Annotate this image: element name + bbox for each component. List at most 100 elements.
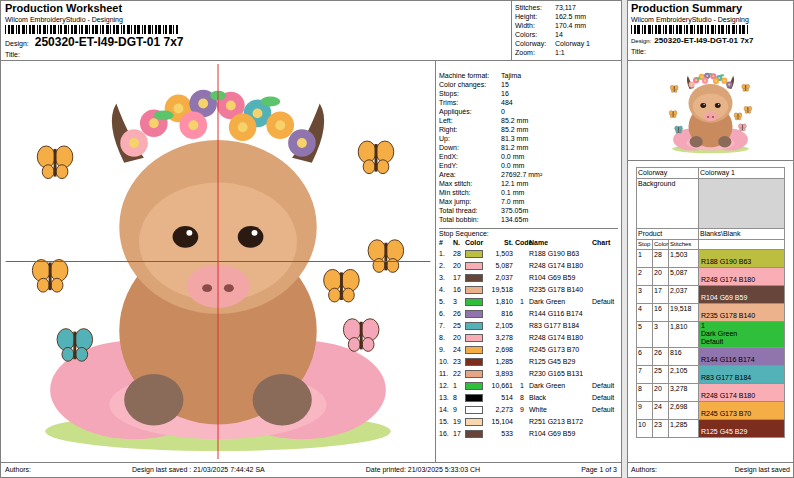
butterfly-icon: [738, 123, 746, 130]
stop-row: 7.252,105R83 G177 B184: [439, 320, 618, 332]
design-name: 250320-ET-I49-DGT-01 7x7: [654, 35, 753, 47]
summary-color-number: 24: [653, 402, 669, 420]
summary-color-swatch: R144 G116 B174: [699, 348, 785, 366]
summary-color-swatch: R235 G178 B140: [699, 304, 785, 322]
summary-color-number: 25: [653, 366, 669, 384]
summary-stitches: 3,278: [669, 384, 699, 402]
color-swatch: [465, 418, 483, 426]
summary-header: Production SummaryWilcom EmbroideryStudi…: [628, 1, 793, 61]
summary-stop: 7: [637, 366, 653, 384]
summary-row: Width:170.4 mm: [515, 21, 618, 30]
butterfly-icon: [669, 110, 677, 117]
butterfly-icon: [358, 141, 394, 174]
butterfly-icon: [57, 329, 93, 362]
machine-info: Machine format:TajimaColor changes:15Sto…: [439, 71, 618, 224]
summary-stop: 3: [637, 286, 653, 304]
summary-color-swatch: R245 G173 B70: [699, 402, 785, 420]
summary-stop: 10: [637, 420, 653, 438]
butterfly-icon: [32, 260, 68, 293]
summary-footer: Authors:Design last saved: [628, 462, 793, 477]
summary-color-swatch: R188 G190 B63: [699, 250, 785, 268]
page: Production Worksheet Wilcom EmbroideryStu…: [0, 0, 794, 478]
summary-stop: 6: [637, 348, 653, 366]
summary-stitches: 2,105: [669, 366, 699, 384]
barcode-icon: [5, 25, 180, 34]
stop-row: 8.203,278R248 G174 B180: [439, 332, 618, 344]
summary-row: Colorway:Colorway 1: [515, 39, 618, 48]
color-swatch: [465, 430, 483, 438]
info-row: Total bobbin:134.65m: [439, 215, 618, 224]
summary-thumbnail: [628, 61, 793, 161]
summary-color-number: 20: [653, 268, 669, 286]
summary-title: Production Summary: [631, 2, 790, 15]
butterfly-icon: [675, 125, 683, 132]
title-label: Title:: [631, 47, 790, 56]
summary-row: Colors:14: [515, 30, 618, 39]
background-swatch: [699, 179, 785, 229]
stop-row: 15.1915,104R251 G213 B172: [439, 416, 618, 428]
color-swatch: [465, 346, 483, 354]
info-row: Appliqués:0: [439, 107, 618, 116]
summary-color-swatch: R83 G177 B184: [699, 366, 785, 384]
stop-row: 10.231,285R125 G45 B29: [439, 356, 618, 368]
summary-stitches: 2,037: [669, 286, 699, 304]
barcode-icon: [631, 25, 751, 34]
summary-stop: 8: [637, 384, 653, 402]
butterfly-icon: [343, 319, 379, 352]
info-row: Right:85.2 mm: [439, 125, 618, 134]
info-row: Stops:16: [439, 89, 618, 98]
summary-color-number: 23: [653, 420, 669, 438]
app-name: Wilcom EmbroideryStudio - Designing: [631, 15, 790, 24]
info-row: Down:81.2 mm: [439, 143, 618, 152]
summary-color-number: 17: [653, 286, 669, 304]
design-canvas: [1, 61, 436, 462]
info-row: Left:85.2 mm: [439, 116, 618, 125]
stop-sequence-label: Stop Sequence:: [439, 228, 618, 238]
color-swatch: [465, 358, 483, 366]
summary-stitches: 1,503: [669, 250, 699, 268]
butterfly-icon: [368, 240, 404, 273]
butterfly-icon: [324, 269, 360, 302]
summary-color-swatch: R125 G45 B29: [699, 420, 785, 438]
worksheet-header: Production WorksheetWilcom EmbroideryStu…: [1, 1, 621, 61]
summary-row: Zoom:1:1: [515, 48, 618, 57]
title-label: Title:: [5, 50, 507, 59]
summary-row: Height:162.5 mm: [515, 12, 618, 21]
color-swatch: [465, 334, 483, 342]
colorway-table: ColorwayColorway 1BackgroundProductBlank…: [636, 167, 785, 438]
worksheet-title: Production Worksheet: [5, 2, 507, 15]
crosshair-icon: [6, 64, 431, 459]
info-row: EndY:0.0 mm: [439, 161, 618, 170]
worksheet-body: Machine format:TajimaColor changes:15Sto…: [1, 61, 621, 462]
stop-row: 11.223,893R230 G165 B131: [439, 368, 618, 380]
stats-column: Machine format:TajimaColor changes:15Sto…: [436, 61, 621, 462]
stop-row: 2.205,087R248 G174 B180: [439, 260, 618, 272]
info-row: Area:27692.7 mm²: [439, 170, 618, 179]
summary-color-swatch: R104 G69 B59: [699, 286, 785, 304]
color-swatch: [465, 394, 483, 402]
info-row: Up:81.3 mm: [439, 134, 618, 143]
summary-stitches: 2,698: [669, 402, 699, 420]
summary-box: Stitches:73,117Height:162.5 mmWidth:170.…: [511, 1, 621, 60]
design-name: 250320-ET-I49-DGT-01 7x7: [35, 35, 184, 49]
stop-row: 1.281,503R188 G190 B63: [439, 248, 618, 260]
embroidery-preview: [3, 64, 433, 459]
color-swatch: [465, 274, 483, 282]
butterfly-icon: [37, 146, 73, 179]
summary-color-number: 3: [653, 322, 669, 348]
summary-stop: 5: [637, 322, 653, 348]
info-row: Max stitch:12.1 mm: [439, 179, 618, 188]
butterfly-icon: [734, 112, 742, 119]
stop-table-header: #N.ColorSt.CodeNameChart: [439, 238, 618, 248]
summary-stop: 4: [637, 304, 653, 322]
info-row: Min stitch:0.1 mm: [439, 188, 618, 197]
summary-color-number: 16: [653, 304, 669, 322]
color-swatch: [465, 322, 483, 330]
stop-row: 6.26816R144 G116 B174: [439, 308, 618, 320]
summary-stop: 9: [637, 402, 653, 420]
production-summary: Production SummaryWilcom EmbroideryStudi…: [627, 0, 794, 478]
summary-stitches: 5,087: [669, 268, 699, 286]
color-swatch: [465, 382, 483, 390]
summary-color-swatch: 1Dark GreenDefault: [699, 322, 785, 348]
color-swatch: [465, 298, 483, 306]
